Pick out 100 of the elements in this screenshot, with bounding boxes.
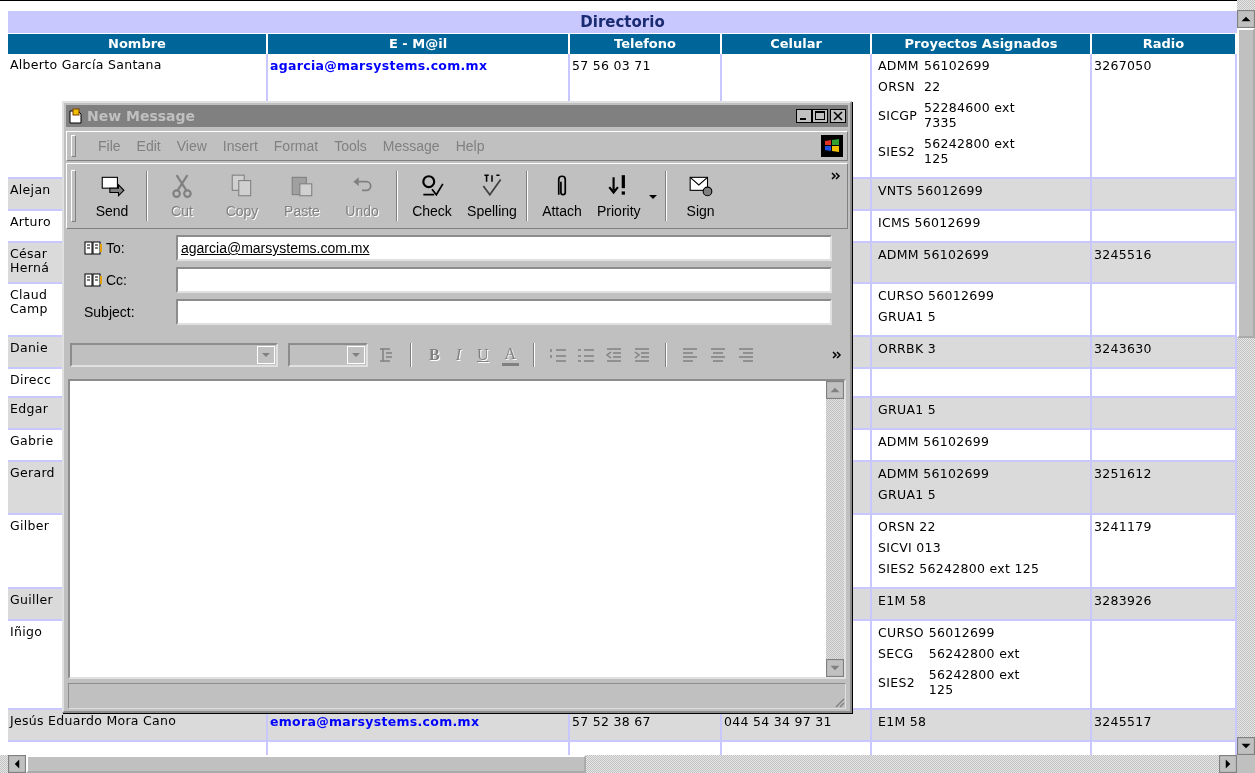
name-text: Jesús Eduardo Mora Cano bbox=[10, 714, 177, 728]
project-text: SIES2 56242800 ext 125 bbox=[878, 561, 1040, 576]
scroll-left-button[interactable] bbox=[8, 755, 26, 773]
more-chevron-icon[interactable] bbox=[831, 172, 841, 180]
increase-indent-icon[interactable] bbox=[633, 346, 652, 364]
project-text: GRUA1 5 bbox=[878, 402, 937, 417]
project-text: GRUA1 5 bbox=[878, 487, 937, 502]
scroll-thumb[interactable] bbox=[1237, 28, 1255, 338]
email-link[interactable]: emora@marsystems.com.mx bbox=[270, 714, 480, 729]
project-text: ORRBK 3 bbox=[878, 341, 936, 356]
align-left-icon[interactable] bbox=[681, 346, 700, 364]
radio-text: 3283926 bbox=[1094, 593, 1152, 608]
radio-text: 3241179 bbox=[1094, 519, 1152, 534]
close-button[interactable] bbox=[830, 109, 846, 123]
menu-item[interactable]: Help bbox=[455, 138, 485, 154]
vertical-scrollbar[interactable] bbox=[1237, 0, 1255, 755]
scroll-down-button[interactable] bbox=[1237, 737, 1255, 755]
person-check-icon bbox=[419, 173, 445, 199]
align-right-icon[interactable] bbox=[737, 346, 756, 364]
project-number: 56242800 ext 125 bbox=[923, 136, 1016, 166]
menu-item[interactable]: Edit bbox=[136, 138, 161, 154]
project-code: ADMM bbox=[878, 58, 919, 73]
size-dropdown[interactable] bbox=[288, 343, 368, 367]
address-field[interactable] bbox=[176, 267, 832, 293]
bullet-list-icon[interactable] bbox=[577, 346, 596, 364]
project-text: CURSO 56012699 bbox=[878, 288, 995, 303]
toolbar-button[interactable]: Check bbox=[402, 171, 462, 221]
project-code: SICGP bbox=[878, 107, 918, 123]
name-text: Herná bbox=[10, 261, 50, 275]
project-text: VNTS 56012699 bbox=[878, 183, 983, 198]
project-text: ICMS 56012699 bbox=[878, 215, 981, 230]
decrease-indent-icon[interactable] bbox=[605, 346, 624, 364]
toolbar-grip[interactable] bbox=[71, 135, 76, 157]
name-text: Camp bbox=[10, 302, 48, 316]
scroll-right-button[interactable] bbox=[1219, 755, 1237, 773]
toolbar-button[interactable]: Spelling bbox=[462, 171, 522, 221]
name-text: Gilber bbox=[10, 519, 50, 533]
column-header: Proyectos Asignados bbox=[872, 34, 1092, 54]
font-dropdown[interactable] bbox=[70, 343, 278, 367]
message-body-field[interactable] bbox=[68, 379, 846, 679]
scroll-thumb[interactable] bbox=[26, 755, 586, 773]
address-book-icon[interactable] bbox=[84, 241, 102, 255]
project-code: ORSN bbox=[878, 79, 915, 94]
name-text: Gabrie bbox=[10, 434, 54, 448]
toolbar-button[interactable]: Attach bbox=[532, 171, 592, 221]
document-icon bbox=[68, 108, 84, 124]
email-link[interactable]: agarcia@marsystems.com.mx bbox=[270, 58, 488, 73]
name-text: Danie bbox=[10, 341, 48, 355]
minimize-button[interactable] bbox=[796, 109, 812, 123]
radio-text: 3251612 bbox=[1094, 466, 1152, 481]
project-text: ADMM 56102699 bbox=[878, 466, 990, 481]
field-label: Subject: bbox=[84, 304, 135, 320]
project-number: 56012699 bbox=[928, 625, 995, 640]
project-number: 56102699 bbox=[923, 58, 990, 73]
caret-icon bbox=[648, 195, 657, 199]
address-field[interactable] bbox=[176, 299, 832, 325]
name-text: Direcc bbox=[10, 373, 52, 387]
directory-title: Directorio bbox=[8, 11, 1237, 33]
column-header: E - M@il bbox=[268, 34, 570, 54]
maximize-button[interactable] bbox=[812, 109, 828, 123]
more-chevron-icon[interactable] bbox=[832, 351, 842, 359]
name-text: Edgar bbox=[10, 402, 49, 416]
name-text: Guiller bbox=[10, 593, 53, 607]
name-text: Iñigo bbox=[10, 625, 43, 639]
menu-item[interactable]: Tools bbox=[334, 138, 367, 154]
column-header: Telefono bbox=[570, 34, 722, 54]
menu-item[interactable]: Message bbox=[382, 138, 440, 154]
phone-text: 57 56 03 71 bbox=[572, 58, 651, 73]
window-title: New Message bbox=[87, 108, 196, 124]
name-text: César bbox=[10, 247, 48, 261]
scrollbar-corner bbox=[1237, 755, 1255, 773]
toolbar-button[interactable]: Send bbox=[82, 171, 142, 221]
project-number: 56242800 ext bbox=[928, 646, 1020, 661]
radio-text: 3245516 bbox=[1094, 247, 1152, 262]
radio-text: 3243630 bbox=[1094, 341, 1152, 356]
project-text: GRUA1 5 bbox=[878, 309, 937, 324]
toolbar-button[interactable]: Priority bbox=[592, 171, 661, 221]
resize-grip-icon[interactable] bbox=[833, 696, 845, 708]
project-code: SIES2 bbox=[878, 143, 915, 159]
column-header: Nombre bbox=[8, 34, 268, 54]
scissors-icon bbox=[169, 173, 195, 199]
horizontal-scrollbar[interactable] bbox=[0, 755, 1237, 773]
menu-item[interactable]: Insert bbox=[222, 138, 258, 154]
align-center-icon[interactable] bbox=[709, 346, 728, 364]
toolbar-button[interactable]: Sign bbox=[670, 171, 731, 221]
menu-item[interactable]: File bbox=[98, 138, 121, 154]
project-text: ORSN 22 bbox=[878, 519, 936, 534]
field-label: Cc: bbox=[106, 272, 127, 288]
numbered-list-icon[interactable] bbox=[549, 346, 568, 364]
project-text: SICVI 013 bbox=[878, 540, 942, 555]
address-book-icon[interactable] bbox=[84, 273, 102, 287]
project-text: E1M 58 bbox=[878, 714, 927, 729]
menu-item[interactable]: Format bbox=[273, 138, 319, 154]
scroll-up-button[interactable] bbox=[1237, 10, 1255, 28]
menu-item[interactable]: View bbox=[176, 138, 207, 154]
toolbar-grip[interactable] bbox=[71, 170, 76, 222]
project-text: ADMM 56102699 bbox=[878, 434, 990, 449]
project-code: SECG bbox=[878, 646, 914, 661]
address-field[interactable]: agarcia@marsystems.com.mx bbox=[176, 235, 832, 261]
name-text: Alberto García Santana bbox=[10, 58, 162, 72]
